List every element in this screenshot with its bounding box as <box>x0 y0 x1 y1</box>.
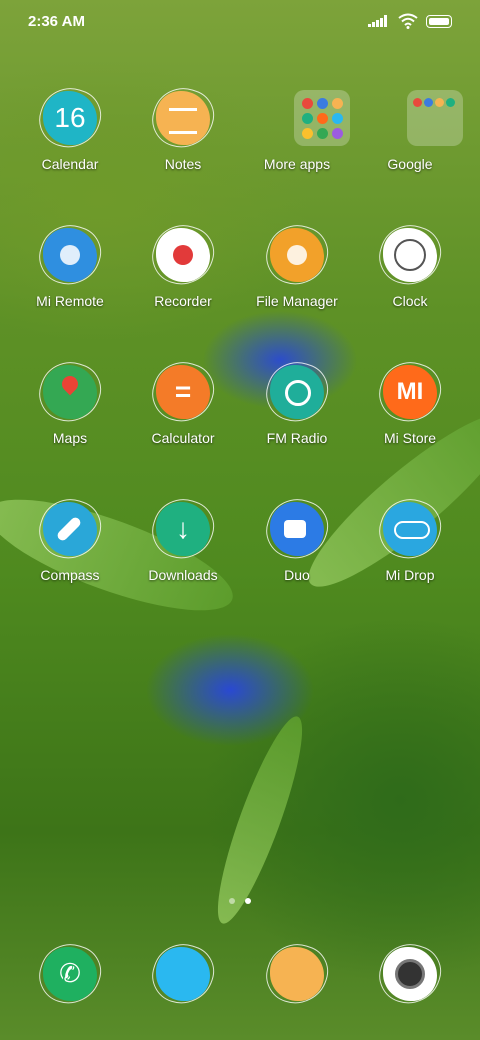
status-bar: 2:36 AM <box>0 0 480 42</box>
folder-mini-app-icon <box>332 98 343 109</box>
icon-center-mark <box>394 521 430 539</box>
app-label: Duo <box>284 567 310 583</box>
icon-center-mark <box>394 239 426 271</box>
radio-icon <box>267 362 327 422</box>
icon-glyph: 16 <box>54 102 86 133</box>
battery-icon <box>426 15 452 28</box>
remote-icon <box>40 225 100 285</box>
app-recorder[interactable]: Recorder <box>128 225 238 335</box>
icon-background <box>156 947 210 1001</box>
app-label: Mi Store <box>383 430 437 446</box>
recorder-icon <box>153 225 213 285</box>
home-screen: 2:36 AM 16 Calendar Notes More apps Google Mi… <box>0 0 480 1040</box>
folder-mini-app-icon <box>317 98 328 109</box>
app-label: FM Radio <box>266 430 328 446</box>
signal-icon <box>368 15 387 27</box>
wifi-icon <box>398 13 418 29</box>
video-icon <box>267 499 327 559</box>
app-maps[interactable]: Maps <box>15 362 125 472</box>
folder-mini-app-icon <box>435 98 444 107</box>
app-duo[interactable]: Duo <box>242 499 352 609</box>
folder-background <box>407 90 463 146</box>
app-label: Mi Drop <box>385 567 435 583</box>
app-label: Google <box>387 156 433 172</box>
app-label: Recorder <box>154 293 212 309</box>
folder-mini-app-icon <box>317 113 328 124</box>
calculator-icon: = <box>153 362 213 422</box>
app-calendar[interactable]: 16 Calendar <box>15 88 125 198</box>
icon-glyph: = <box>174 376 192 407</box>
dock-messages-button[interactable] <box>128 944 238 1008</box>
app-calculator[interactable]: = Calculator <box>128 362 238 472</box>
app-label: Calculator <box>151 430 215 446</box>
folder-mini-app-icon <box>317 128 328 139</box>
mi-store-icon: MI <box>380 362 440 422</box>
folder-icon <box>267 225 327 285</box>
folder-mini-app-icon <box>302 128 313 139</box>
app-fm-radio[interactable]: FM Radio <box>242 362 352 472</box>
wallpaper-leaf <box>203 709 317 931</box>
app-file-manager[interactable]: File Manager <box>242 225 352 335</box>
icon-center-mark <box>285 380 311 406</box>
app-mi-store[interactable]: MI Mi Store <box>355 362 465 472</box>
app-downloads[interactable]: ↓ Downloads <box>128 499 238 609</box>
camera-icon <box>380 944 440 1004</box>
app-compass[interactable]: Compass <box>15 499 125 609</box>
icon-center-mark <box>287 245 307 265</box>
folder-icon <box>380 88 463 148</box>
app-more-apps[interactable]: More apps <box>242 88 352 198</box>
app-label: Clock <box>392 293 428 309</box>
handset-glyph: ✆ <box>59 959 81 989</box>
app-label: Calendar <box>41 156 99 172</box>
icon-glyph: ↓ <box>176 513 190 544</box>
camera-lens <box>395 959 425 989</box>
icon-center-mark <box>60 245 80 265</box>
messages-icon <box>153 944 213 1004</box>
app-label: Mi Remote <box>36 293 104 309</box>
app-label: Compass <box>40 567 100 583</box>
app-label: Notes <box>164 156 202 172</box>
dock-browser-button[interactable] <box>242 944 352 1008</box>
app-google[interactable]: Google <box>355 88 465 198</box>
app-label: Maps <box>52 430 88 446</box>
icon-glyph: MI <box>396 378 424 405</box>
app-mi-remote[interactable]: Mi Remote <box>15 225 125 335</box>
folder-icon <box>267 88 350 148</box>
app-label: Downloads <box>148 567 218 583</box>
page-indicator-dot-active <box>245 898 251 904</box>
clock-icon <box>380 225 440 285</box>
folder-mini-app-icon <box>446 98 455 107</box>
dock-phone-button[interactable]: ✆ <box>15 944 125 1008</box>
app-notes[interactable]: Notes <box>128 88 238 198</box>
icon-center-mark <box>169 108 197 134</box>
mi-drop-icon <box>380 499 440 559</box>
folder-mini-app-icon <box>302 113 313 124</box>
folder-background <box>294 90 350 146</box>
icon-background <box>270 947 324 1001</box>
app-label: File Manager <box>256 293 338 309</box>
app-label: More apps <box>263 156 331 172</box>
app-clock[interactable]: Clock <box>355 225 465 335</box>
folder-mini-app-icon <box>413 98 422 107</box>
browser-icon <box>267 944 327 1004</box>
folder-mini-app-icon <box>332 113 343 124</box>
compass-icon <box>40 499 100 559</box>
status-time: 2:36 AM <box>28 13 85 30</box>
app-mi-drop[interactable]: Mi Drop <box>355 499 465 609</box>
folder-mini-app-icon <box>302 98 313 109</box>
icon-center-mark <box>173 245 193 265</box>
dock-camera-button[interactable] <box>355 944 465 1008</box>
map-pin-icon <box>40 362 100 422</box>
folder-mini-app-icon <box>424 98 433 107</box>
calendar-icon: 16 <box>40 88 100 148</box>
page-indicator-dot <box>229 898 235 904</box>
icon-center-mark <box>284 520 306 538</box>
folder-mini-app-icon <box>332 128 343 139</box>
notes-icon <box>153 88 213 148</box>
phone-icon: ✆ <box>40 944 100 1004</box>
download-icon: ↓ <box>153 499 213 559</box>
